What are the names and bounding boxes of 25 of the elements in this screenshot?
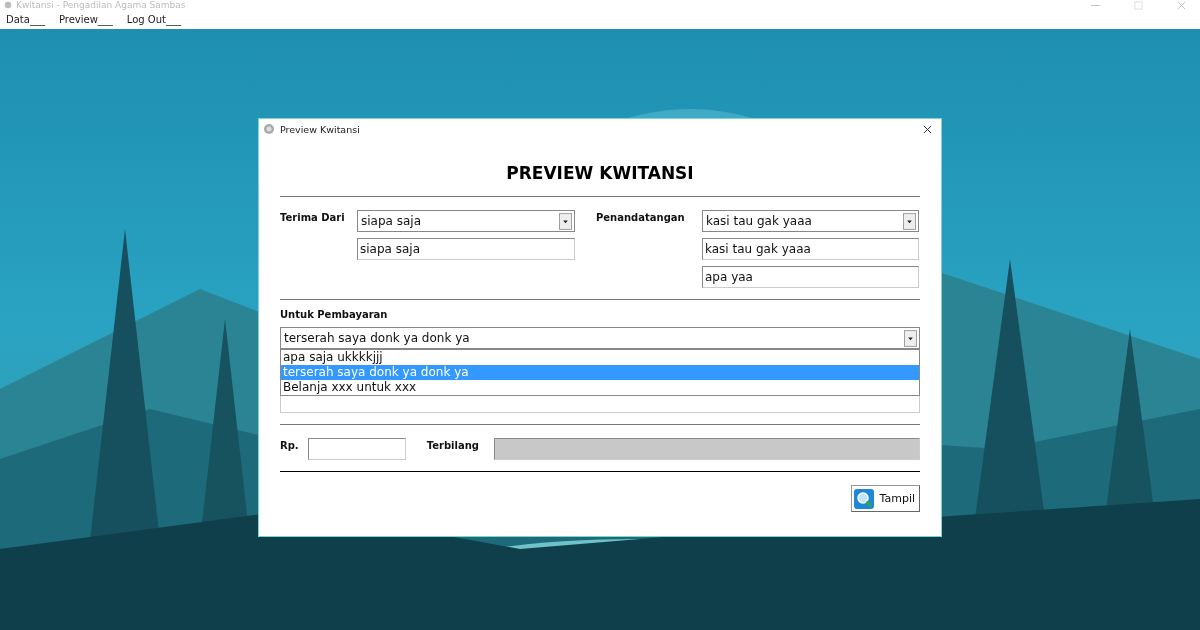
dropdown-option[interactable]: Belanja xxx untuk xxx (281, 380, 919, 395)
input-field[interactable] (307, 438, 406, 460)
dropdown-option[interactable]: apa saja ukkkkjjj (281, 350, 919, 365)
dropdown[interactable]: kasi tau gak yaaa (702, 210, 919, 232)
app-icon (4, 1, 12, 9)
input-field[interactable]: apa yaa (702, 266, 919, 288)
dialog-title: Preview Kwitansi (280, 123, 360, 135)
window-title: Kwitansi - Pengadilan Agama Sambas (16, 0, 186, 10)
input-field[interactable]: kasi tau gak yaaa (702, 238, 919, 260)
app-icon (263, 123, 275, 135)
field-label: Untuk Pembayaran (280, 309, 389, 320)
search-icon (853, 488, 874, 509)
field-label: Terbilang (426, 439, 479, 451)
dropdown[interactable]: terserah saya donk ya donk ya (280, 327, 920, 349)
field-label: Terima Dari (280, 211, 346, 225)
menu-item[interactable]: Data___ (6, 14, 45, 25)
field-label: Rp. (280, 439, 299, 451)
dropdown[interactable]: siapa saja (357, 210, 575, 232)
menu-item[interactable]: Log Out___ (126, 14, 181, 25)
close-icon[interactable] (923, 124, 932, 134)
menu-item[interactable]: Preview___ (58, 14, 113, 25)
field-label: Penandatangan (596, 211, 686, 225)
dialog-heading: PREVIEW KWITANSI (505, 162, 695, 185)
show-button[interactable]: Tampil (850, 485, 920, 512)
input-field[interactable]: siapa saja (357, 238, 575, 260)
